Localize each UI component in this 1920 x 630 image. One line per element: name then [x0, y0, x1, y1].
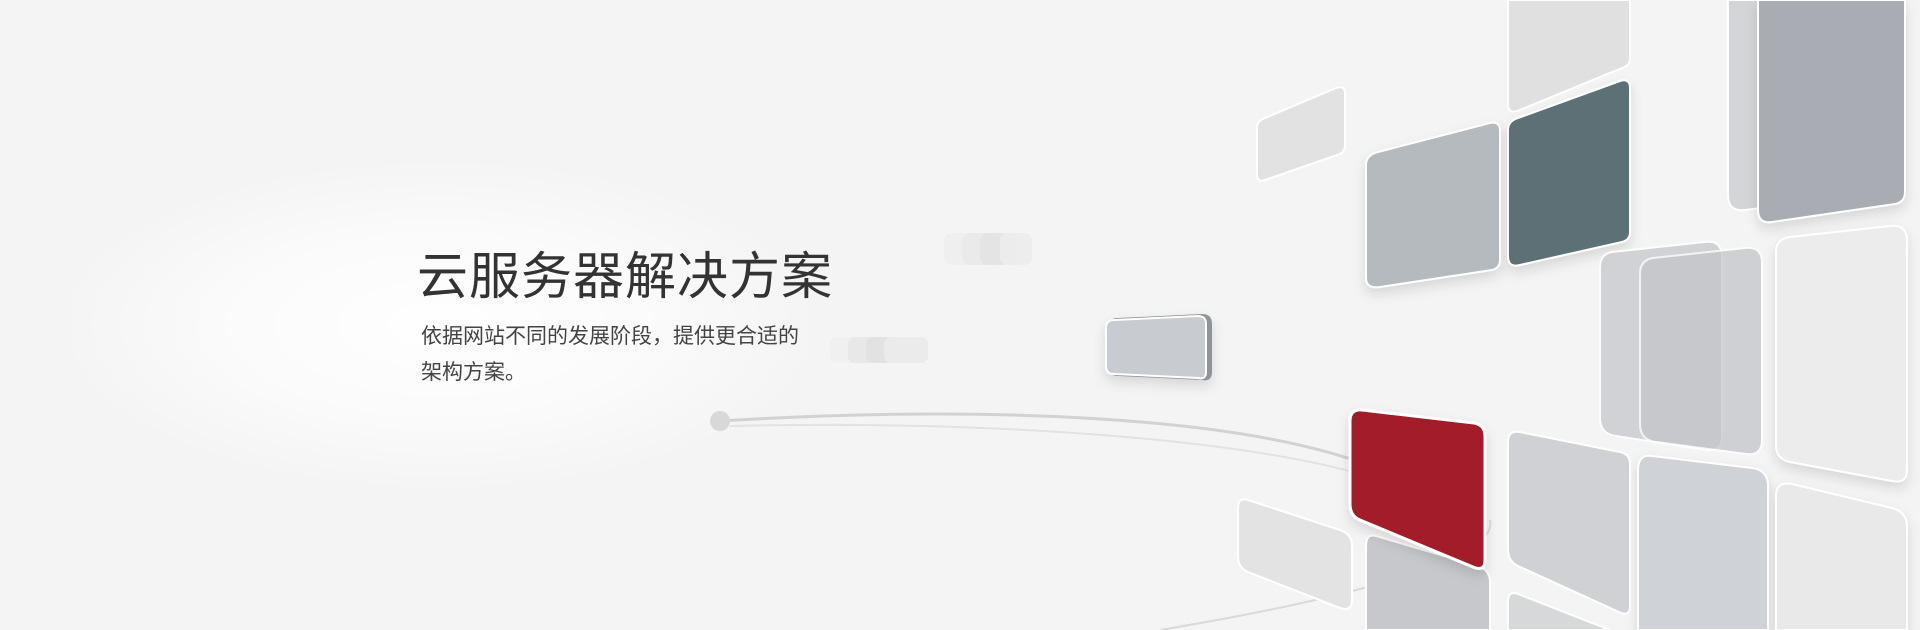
tile: [1237, 498, 1353, 610]
decorative-tiles-illustration: [710, 0, 1908, 630]
tile: [1775, 224, 1908, 483]
tile: [1639, 246, 1763, 456]
description-line: 依据网站不同的发展阶段，提供更合适的: [421, 324, 799, 348]
floating-chip: [944, 233, 1032, 265]
page-description: 依据网站不同的发展阶段，提供更合适的 架构方案。: [421, 318, 861, 390]
orbit-node: [710, 411, 730, 431]
hero-banner: 云服务器解决方案 依据网站不同的发展阶段，提供更合适的 架构方案。: [0, 0, 1920, 630]
tile: [1757, 0, 1906, 224]
page-title: 云服务器解决方案: [417, 248, 834, 307]
tile: [1365, 121, 1501, 289]
tile: [1507, 430, 1631, 615]
orbit-line: [729, 423, 1381, 481]
tile: [1637, 454, 1769, 630]
tile: [1775, 482, 1908, 630]
floating-tile: [1105, 314, 1212, 381]
orbit-line: [719, 412, 1381, 472]
description-line: 架构方案。: [421, 360, 526, 384]
tile: [1256, 86, 1346, 182]
